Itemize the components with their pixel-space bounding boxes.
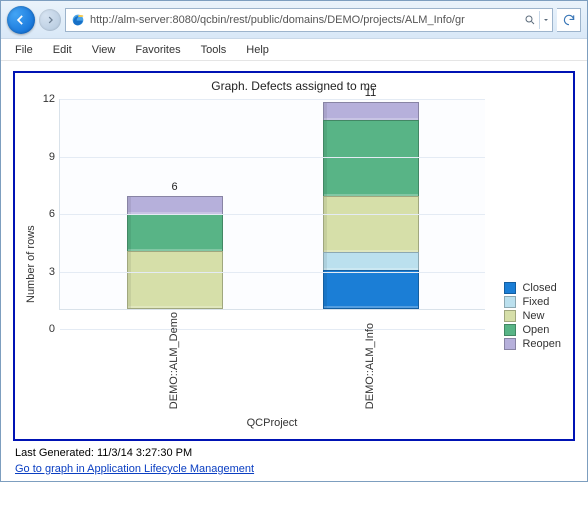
legend-item: New (504, 309, 561, 323)
y-axis: 036912 (37, 99, 59, 329)
bar-segment-reopen (323, 102, 419, 121)
legend-item: Closed (504, 281, 561, 295)
plot-area: Number of rows 036912 611 DEMO::ALM_Demo… (23, 99, 565, 429)
legend: Closed Fixed New Open Reopen (502, 279, 563, 353)
legend-item: Open (504, 323, 561, 337)
bar-segment-new (323, 196, 419, 254)
arrow-left-icon (14, 13, 28, 27)
address-bar (65, 8, 553, 32)
menu-view[interactable]: View (82, 41, 126, 59)
y-axis-label: Number of rows (23, 99, 37, 429)
chart-frame: Graph. Defects assigned to me Number of … (13, 71, 575, 441)
bar-segment-open (323, 120, 419, 197)
open-alm-link[interactable]: Go to graph in Application Lifecycle Man… (15, 463, 254, 475)
bar-segment-fixed (323, 252, 419, 271)
menu-help[interactable]: Help (236, 41, 279, 59)
legend-label: New (522, 310, 544, 322)
search-dropdown-button[interactable] (540, 16, 552, 24)
bar-segment-open (127, 214, 223, 252)
menu-tools[interactable]: Tools (191, 41, 237, 59)
menu-favorites[interactable]: Favorites (125, 41, 190, 59)
menu-file[interactable]: File (5, 41, 43, 59)
timestamp: Last Generated: 11/3/14 3:27:30 PM (15, 447, 573, 459)
legend-item: Reopen (504, 337, 561, 351)
arrow-right-icon (45, 15, 55, 25)
legend-label: Reopen (522, 338, 561, 350)
ie-logo-icon (69, 11, 87, 29)
bar-total-label: 6 (127, 181, 223, 193)
bar-segment-closed (323, 270, 419, 308)
footer: Last Generated: 11/3/14 3:27:30 PM Go to… (13, 441, 575, 475)
x-tick: DEMO::ALM_Info (322, 312, 418, 415)
y-tick: 9 (49, 151, 55, 163)
page-content: Graph. Defects assigned to me Number of … (1, 61, 587, 481)
menu-edit[interactable]: Edit (43, 41, 82, 59)
bar-total-label: 11 (323, 87, 419, 99)
ie-window: File Edit View Favorites Tools Help Grap… (0, 0, 588, 482)
back-button[interactable] (7, 6, 35, 34)
browser-toolbar (1, 1, 587, 39)
y-tick: 12 (43, 93, 55, 105)
legend-swatch (504, 338, 516, 350)
x-axis-label: QCProject (59, 417, 485, 429)
refresh-button[interactable] (557, 8, 581, 32)
legend-swatch (504, 282, 516, 294)
url-input[interactable] (90, 9, 521, 31)
x-tick: DEMO::ALM_Demo (126, 312, 222, 415)
plot-canvas: 6 11 (59, 99, 485, 310)
y-tick: 0 (49, 323, 55, 335)
y-tick: 6 (49, 208, 55, 220)
legend-swatch (504, 310, 516, 322)
legend-label: Open (522, 324, 549, 336)
bar-segment-reopen (127, 196, 223, 215)
y-tick: 3 (49, 266, 55, 278)
forward-button[interactable] (39, 9, 61, 31)
legend-label: Fixed (522, 296, 549, 308)
legend-swatch (504, 296, 516, 308)
menu-bar: File Edit View Favorites Tools Help (1, 39, 587, 61)
legend-label: Closed (522, 282, 556, 294)
bar-segment-new (127, 251, 223, 309)
legend-item: Fixed (504, 295, 561, 309)
bar-stack: 11 (323, 103, 419, 309)
legend-swatch (504, 324, 516, 336)
chart-title: Graph. Defects assigned to me (23, 79, 565, 93)
search-icon[interactable] (521, 14, 539, 26)
x-axis: DEMO::ALM_Demo DEMO::ALM_Info (59, 312, 485, 415)
refresh-icon (562, 13, 576, 27)
